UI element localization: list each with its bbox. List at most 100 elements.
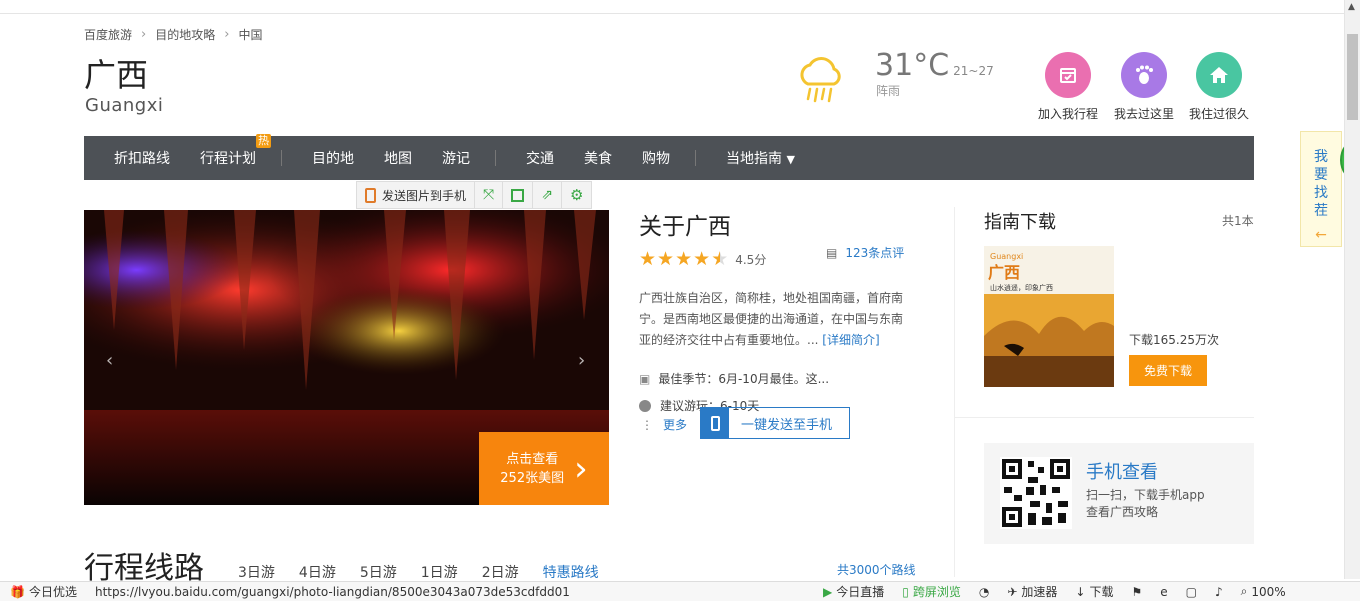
accelerator-label: 加速器 xyxy=(1021,585,1058,599)
breadcrumb-guides[interactable]: 目的地攻略 xyxy=(155,26,215,43)
lived-here-button[interactable]: 我住过很久 xyxy=(1179,52,1259,122)
nav-discount-routes[interactable]: 折扣路线 xyxy=(114,148,170,168)
status-bar: 🎁 今日优选 https://lvyou.baidu.com/guangxi/p… xyxy=(0,581,1360,601)
half-star-icon: ★ xyxy=(711,248,730,270)
routes-count-link[interactable]: 共3000个路线 xyxy=(837,561,916,578)
arrow-left-icon: ← xyxy=(1315,227,1327,243)
qr-code xyxy=(1000,457,1072,529)
breadcrumb-home[interactable]: 百度旅游 xyxy=(84,26,132,43)
scroll-thumb[interactable] xyxy=(1347,34,1358,120)
temperature-value: 31 xyxy=(875,48,914,83)
today-picks[interactable]: 🎁 今日优选 xyxy=(10,583,77,600)
save-icon xyxy=(511,188,525,202)
sound-icon[interactable]: ♪ xyxy=(1215,585,1223,599)
book-title: 广西 xyxy=(988,263,1021,282)
been-here-button[interactable]: 我去过这里 xyxy=(1104,52,1184,122)
scrollbar[interactable]: ▲ xyxy=(1344,0,1360,579)
send-photo-button[interactable]: 发送图片到手机 xyxy=(357,182,476,208)
download-count: 下载165.25万次 xyxy=(1129,333,1219,347)
footprint-icon xyxy=(1121,52,1167,98)
guide-book-cover[interactable]: Guangxi 广西 山水逍遥，印象广西 xyxy=(984,246,1114,387)
tab-3-day[interactable]: 3日游 xyxy=(238,562,275,582)
save-button[interactable] xyxy=(503,182,534,208)
share-button[interactable]: ⇗ xyxy=(533,182,562,208)
zoom-level: 100% xyxy=(1251,584,1286,599)
comments-count: 123条点评 xyxy=(845,246,905,260)
route-tabs: 3日游 4日游 5日游 1日游 2日游 特惠路线 xyxy=(238,562,623,582)
detail-link[interactable]: [详细简介] xyxy=(822,333,879,347)
hero-photo[interactable]: ‹ › 点击查看 252张美图 › xyxy=(84,210,609,505)
main-nav: 折扣路线 行程计划热 目的地 地图 游记 交通 美食 购物 当地指南 ▼ xyxy=(84,134,1254,180)
more-link[interactable]: ⋮ 更多 xyxy=(641,416,687,433)
chevron-right-icon: › xyxy=(141,27,147,42)
book-subtitle: 山水逍遥，印象广西 xyxy=(990,284,1053,292)
next-photo-icon[interactable]: › xyxy=(578,350,585,371)
add-to-plan-button[interactable]: 加入我行程 xyxy=(1028,52,1108,122)
phone-send-icon xyxy=(365,187,376,203)
about-title: 关于广西 xyxy=(639,214,731,240)
send-to-phone-label: 一键发送至手机 xyxy=(741,417,833,433)
download-icon: ↓ xyxy=(1075,584,1086,599)
flag-icon[interactable]: ⚑ xyxy=(1131,585,1142,599)
feedback-tab[interactable]: 我要找茬 ← xyxy=(1300,131,1342,247)
nav-divider xyxy=(695,150,696,166)
live-button[interactable]: ▶ 今日直播 xyxy=(823,583,884,600)
scroll-up-icon[interactable]: ▲ xyxy=(1348,2,1355,12)
photo-toolbar: 发送图片到手机 ⤧ ⇗ ⚙ xyxy=(356,181,593,209)
nav-food[interactable]: 美食 xyxy=(584,148,612,168)
fullscreen-button[interactable]: ⤧ xyxy=(475,182,504,208)
status-url: https://lvyou.baidu.com/guangxi/photo-li… xyxy=(94,584,570,599)
calendar-check-icon xyxy=(1045,52,1091,98)
nav-map[interactable]: 地图 xyxy=(384,148,412,168)
nav-local-guide-label: 当地指南 xyxy=(726,151,782,167)
play-icon: ▶ xyxy=(822,584,833,599)
tab-5-day[interactable]: 5日游 xyxy=(360,562,397,582)
mobile-desc: 扫一扫，下载手机app 查看广西攻略 xyxy=(1086,487,1205,521)
view-photos-button[interactable]: 点击查看 252张美图 › xyxy=(479,432,609,505)
send-to-phone-button[interactable]: 一键发送至手机 xyxy=(700,407,850,439)
tab-4-day[interactable]: 4日游 xyxy=(299,562,336,582)
tab-2-day[interactable]: 2日游 xyxy=(482,562,519,582)
been-here-label: 我去过这里 xyxy=(1113,107,1174,121)
tab-1-day[interactable]: 1日游 xyxy=(421,562,458,582)
star-icon: ★ xyxy=(675,248,694,270)
breadcrumb-china[interactable]: 中国 xyxy=(238,26,262,43)
hot-badge: 热 xyxy=(256,134,271,148)
nav-destinations[interactable]: 目的地 xyxy=(312,148,354,168)
more-dots-icon: ⋮ xyxy=(641,418,653,432)
view-photos-line1: 点击查看 xyxy=(506,451,559,467)
mobile-view-panel: 手机查看 扫一扫，下载手机app 查看广西攻略 xyxy=(984,443,1254,544)
download-button[interactable]: ↓ 下载 xyxy=(1075,583,1113,600)
comments-link[interactable]: ▤ 123条点评 xyxy=(826,244,904,261)
feedback-label: 我要找茬 xyxy=(1314,149,1328,219)
rain-cloud-icon xyxy=(796,54,844,108)
top-border xyxy=(0,13,1344,14)
cross-screen-button[interactable]: ▯ 跨屏浏览 xyxy=(902,583,961,600)
share-icon: ⇗ xyxy=(541,187,553,203)
nav-shopping[interactable]: 购物 xyxy=(642,148,670,168)
cross-screen-label: 跨屏浏览 xyxy=(912,585,961,599)
free-download-button[interactable]: 免费下载 xyxy=(1129,355,1207,386)
prev-photo-icon[interactable]: ‹ xyxy=(106,350,113,371)
home-icon xyxy=(1196,52,1242,98)
chevron-right-icon: › xyxy=(574,448,588,489)
phone-icon xyxy=(701,408,729,438)
speed-icon[interactable]: ◔ xyxy=(979,585,989,599)
tab-special-routes[interactable]: 特惠路线 xyxy=(543,562,599,582)
phone-icon: ▯ xyxy=(902,584,909,599)
nav-local-guide[interactable]: 当地指南 ▼ xyxy=(726,148,795,168)
guide-title: 指南下载 xyxy=(984,212,1056,233)
breadcrumb: 百度旅游 › 目的地攻略 › 中国 xyxy=(84,26,262,43)
mobile-title: 手机查看 xyxy=(1086,462,1158,483)
zoom-control[interactable]: ⌕ 100% xyxy=(1241,584,1286,599)
window-icon[interactable]: ▢ xyxy=(1186,585,1197,599)
ie-icon[interactable]: e xyxy=(1160,585,1167,599)
accelerator-button[interactable]: ✈ 加速器 xyxy=(1007,583,1057,600)
weather-desc: 阵雨 xyxy=(876,84,901,98)
about-section: 关于广西 ★ ★ ★ ★ ★ 4.5分 ▤ 123条点评 广西壮族自治区，简称桂，地处祖国… xyxy=(639,207,909,419)
nav-travelogue[interactable]: 游记 xyxy=(442,148,470,168)
settings-button[interactable]: ⚙ xyxy=(562,182,591,208)
nav-trip-plan[interactable]: 行程计划热 xyxy=(200,134,271,168)
send-photo-label: 发送图片到手机 xyxy=(382,188,467,203)
nav-transport[interactable]: 交通 xyxy=(526,148,554,168)
